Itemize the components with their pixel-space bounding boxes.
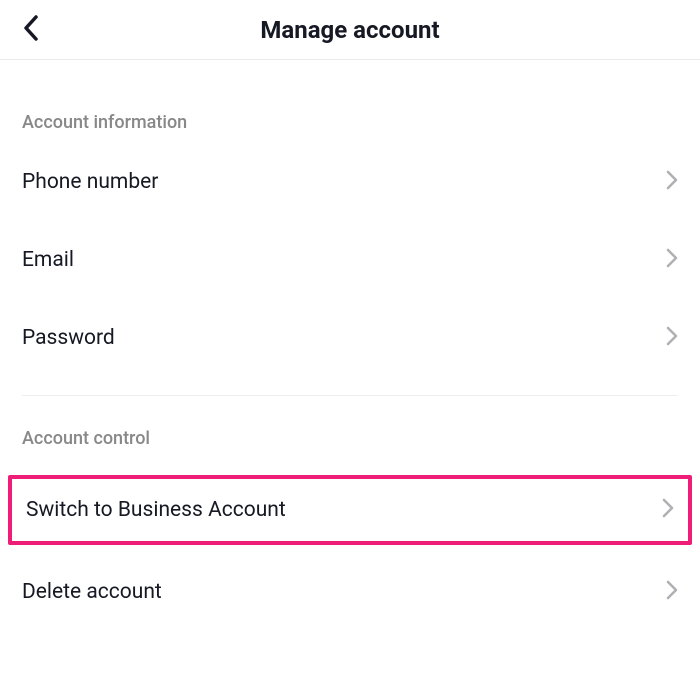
account-information-section: Account information Phone number Email P…	[0, 60, 700, 377]
account-control-header: Account control	[22, 396, 678, 459]
phone-number-label: Phone number	[22, 170, 158, 194]
highlight-box: Switch to Business Account	[8, 475, 692, 545]
chevron-right-icon	[666, 326, 678, 350]
switch-business-account-row[interactable]: Switch to Business Account	[26, 479, 674, 541]
password-label: Password	[22, 326, 115, 350]
back-icon[interactable]	[22, 14, 40, 46]
delete-account-row[interactable]: Delete account	[22, 553, 678, 631]
delete-account-label: Delete account	[22, 580, 162, 604]
password-row[interactable]: Password	[22, 299, 678, 377]
account-control-section: Account control	[0, 396, 700, 459]
email-label: Email	[22, 248, 74, 272]
chevron-right-icon	[662, 498, 674, 522]
account-control-section-continued: Delete account	[0, 553, 700, 631]
page-header: Manage account	[0, 0, 700, 60]
switch-business-account-label: Switch to Business Account	[26, 498, 286, 522]
account-information-header: Account information	[22, 60, 678, 143]
chevron-right-icon	[666, 580, 678, 604]
chevron-right-icon	[666, 170, 678, 194]
page-title: Manage account	[20, 16, 680, 44]
phone-number-row[interactable]: Phone number	[22, 143, 678, 221]
chevron-right-icon	[666, 248, 678, 272]
email-row[interactable]: Email	[22, 221, 678, 299]
